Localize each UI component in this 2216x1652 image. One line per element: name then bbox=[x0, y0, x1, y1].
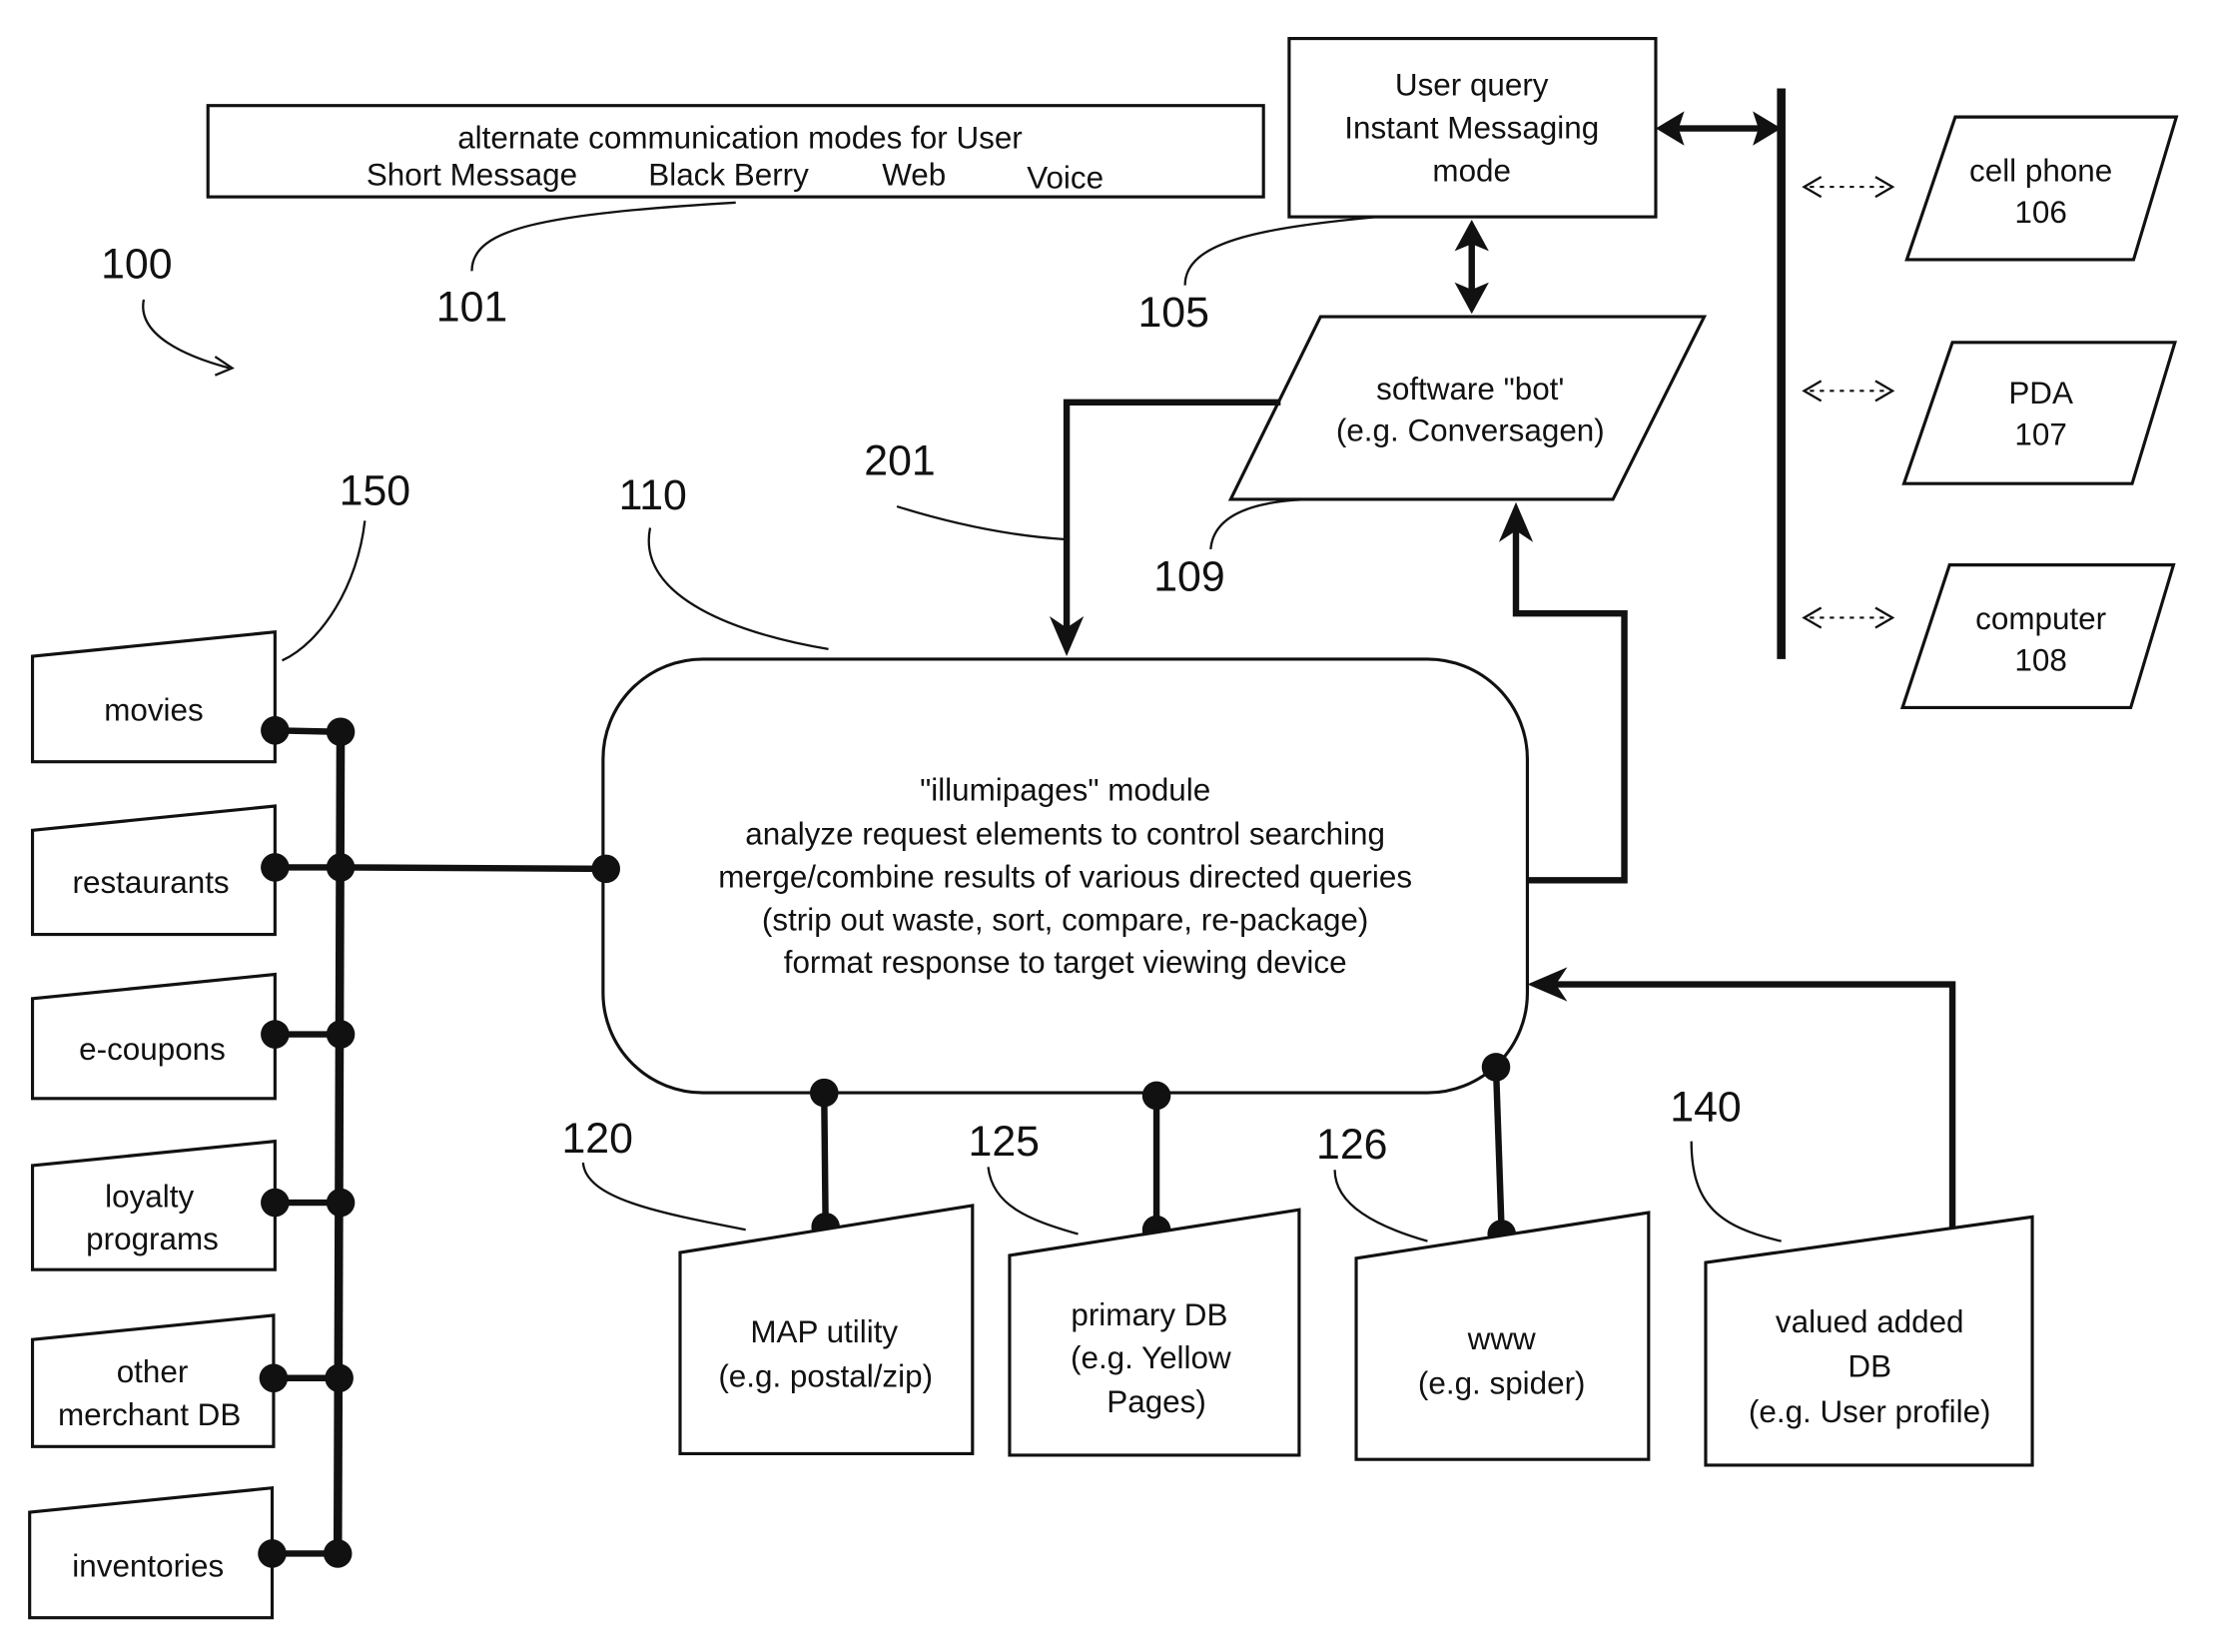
leader-arrow-150 bbox=[282, 520, 367, 662]
svg-text:computer: computer bbox=[1975, 601, 2106, 636]
svg-text:software "bot': software "bot' bbox=[1376, 372, 1564, 407]
svg-text:movies: movies bbox=[104, 692, 203, 727]
svg-text:valued added: valued added bbox=[1776, 1304, 1964, 1339]
leader-arrow-101 bbox=[470, 201, 736, 272]
svg-text:(e.g. postal/zip): (e.g. postal/zip) bbox=[718, 1358, 933, 1393]
merchant-db-other-merchant: other merchant DB bbox=[30, 1313, 354, 1448]
ref-label-101: 101 bbox=[436, 201, 736, 331]
svg-text:201: 201 bbox=[864, 437, 935, 485]
svg-text:inventories: inventories bbox=[72, 1548, 224, 1583]
svg-text:101: 101 bbox=[436, 283, 507, 331]
merchant-db-restaurants: restaurants bbox=[30, 804, 356, 937]
svg-text:125: 125 bbox=[969, 1118, 1040, 1166]
merchant-db-list: movies restaurants e-coupons loyalty pro… bbox=[28, 630, 356, 1620]
svg-text:primary DB: primary DB bbox=[1071, 1297, 1227, 1332]
ref-label-201: 201 bbox=[864, 437, 1065, 541]
svg-text:(e.g. Conversagen): (e.g. Conversagen) bbox=[1336, 413, 1605, 447]
leader-arrow-201 bbox=[896, 504, 1065, 541]
figure-label-100: 100 bbox=[101, 241, 235, 377]
merchant-db-loyalty-programs: loyalty programs bbox=[30, 1139, 356, 1271]
svg-text:(e.g. spider): (e.g. spider) bbox=[1418, 1365, 1586, 1400]
svg-text:(e.g. User profile): (e.g. User profile) bbox=[1749, 1394, 1991, 1429]
illumipages-module: "illumipages" module analyze request ele… bbox=[601, 657, 1529, 1095]
ref-label-110: 110 bbox=[619, 471, 829, 651]
query-bot-double-arrow bbox=[1454, 219, 1489, 315]
leader-arrow-126 bbox=[1333, 1170, 1428, 1242]
data-source-value-added-db: valued added DB (e.g. User profile) 140 bbox=[1670, 1084, 2034, 1467]
svg-text:restaurants: restaurants bbox=[73, 865, 230, 900]
merchant-db-movies: movies bbox=[30, 630, 356, 764]
svg-text:merchant DB: merchant DB bbox=[58, 1397, 241, 1432]
leader-arrow-105 bbox=[1183, 215, 1378, 286]
dashed-double-arrow-icon bbox=[1802, 380, 1895, 403]
data-source-primary-db: primary DB (e.g. Yellow Pages) 125 bbox=[969, 1081, 1301, 1457]
ref-label-150: 150 bbox=[282, 467, 410, 662]
leader-arrow-140 bbox=[1690, 1141, 1782, 1242]
svg-text:150: 150 bbox=[340, 467, 410, 515]
data-source-www: www (e.g. spider) 126 bbox=[1316, 1053, 1651, 1461]
svg-text:120: 120 bbox=[561, 1115, 632, 1163]
comm-mode-blackberry: Black Berry bbox=[648, 158, 809, 193]
query-bus-double-arrow bbox=[1655, 111, 1782, 146]
svg-text:140: 140 bbox=[1670, 1084, 1741, 1132]
comm-modes-title: alternate communication modes for User bbox=[457, 121, 1023, 156]
svg-text:(e.g. Yellow: (e.g. Yellow bbox=[1071, 1340, 1231, 1375]
svg-text:cell phone: cell phone bbox=[1969, 153, 2112, 188]
bot-to-module-connector bbox=[1049, 399, 1281, 657]
svg-text:100: 100 bbox=[101, 241, 172, 289]
svg-text:DB: DB bbox=[1847, 1348, 1891, 1383]
svg-text:format response to target view: format response to target viewing device bbox=[784, 945, 1347, 980]
merchant-db-e-coupons: e-coupons bbox=[30, 972, 356, 1101]
svg-text:105: 105 bbox=[1137, 289, 1208, 337]
merchant-db-inventories: inventories bbox=[28, 1486, 353, 1620]
leader-arrow-125 bbox=[987, 1167, 1079, 1236]
svg-text:Instant Messaging: Instant Messaging bbox=[1344, 111, 1599, 146]
leader-arrow-120 bbox=[581, 1162, 746, 1232]
software-bot-box: software "bot' (e.g. Conversagen) bbox=[1227, 315, 1708, 501]
svg-text:mode: mode bbox=[1432, 153, 1511, 188]
system-diagram: 100 alternate communication modes for Us… bbox=[28, 36, 2179, 1620]
svg-text:e-coupons: e-coupons bbox=[79, 1032, 226, 1067]
svg-text:merge/combine results of vario: merge/combine results of various directe… bbox=[718, 859, 1412, 894]
data-source-map-utility: MAP utility (e.g. postal/zip) 120 bbox=[561, 1078, 975, 1456]
dashed-double-arrow-icon bbox=[1802, 176, 1895, 199]
svg-text:110: 110 bbox=[619, 471, 687, 519]
device-cell-phone: cell phone 106 bbox=[1802, 115, 2179, 262]
dashed-double-arrow-icon bbox=[1802, 606, 1895, 629]
comm-modes-box: alternate communication modes for User S… bbox=[206, 104, 1265, 199]
module-title: "illumipages" module bbox=[920, 772, 1210, 807]
svg-text:MAP utility: MAP utility bbox=[750, 1314, 898, 1349]
svg-text:PDA: PDA bbox=[2008, 376, 2073, 411]
comm-mode-short-message: Short Message bbox=[367, 158, 577, 193]
comm-mode-voice: Voice bbox=[1027, 161, 1104, 196]
svg-text:(strip out waste, sort, compar: (strip out waste, sort, compare, re-pack… bbox=[762, 902, 1368, 937]
svg-text:109: 109 bbox=[1153, 552, 1224, 600]
svg-text:programs: programs bbox=[86, 1222, 219, 1256]
svg-text:107: 107 bbox=[2014, 417, 2066, 452]
ref-label-109: 109 bbox=[1153, 497, 1321, 600]
svg-text:126: 126 bbox=[1316, 1121, 1387, 1169]
svg-text:106: 106 bbox=[2014, 195, 2066, 230]
leader-arrow-110 bbox=[647, 527, 829, 651]
svg-text:Pages): Pages) bbox=[1107, 1384, 1206, 1419]
user-query-box: User query Instant Messaging mode bbox=[1287, 36, 1658, 219]
svg-text:www: www bbox=[1467, 1321, 1536, 1356]
device-pda: PDA 107 bbox=[1802, 341, 2178, 485]
device-computer: computer 108 bbox=[1802, 563, 2176, 710]
svg-text:User query: User query bbox=[1395, 68, 1549, 103]
svg-text:other: other bbox=[117, 1354, 189, 1389]
svg-text:108: 108 bbox=[2014, 642, 2066, 677]
leader-arrow-109 bbox=[1209, 497, 1321, 549]
svg-text:loyalty: loyalty bbox=[105, 1179, 194, 1214]
svg-text:analyze request elements to co: analyze request elements to control sear… bbox=[745, 817, 1385, 852]
comm-mode-web: Web bbox=[882, 158, 946, 193]
